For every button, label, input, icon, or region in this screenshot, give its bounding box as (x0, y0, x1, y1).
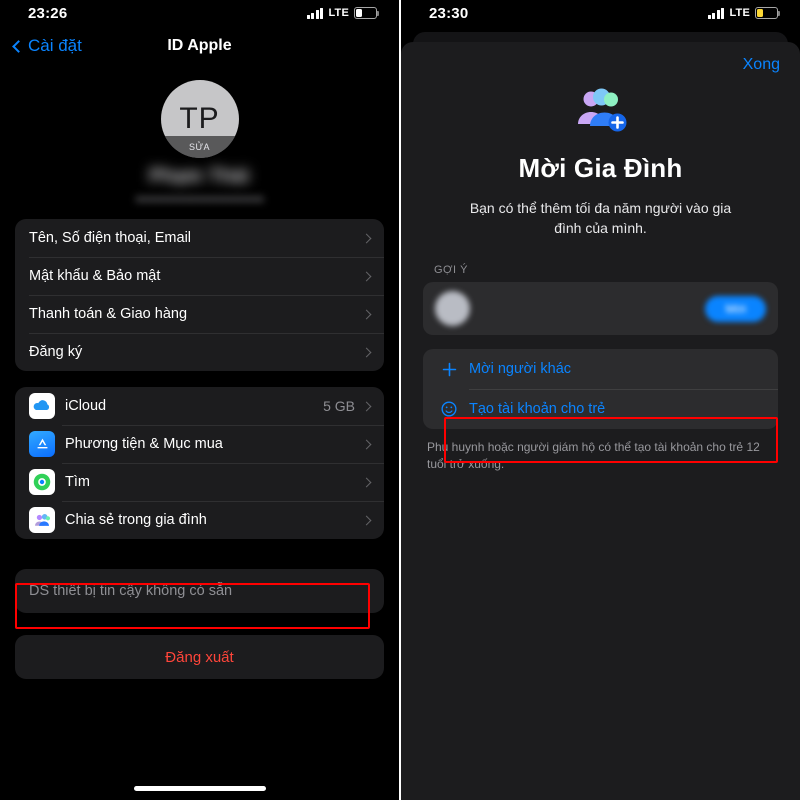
dual-phone-screenshot: 23:26 LTE Cài đặt ID Apple TP SỬA Phạm T… (0, 0, 800, 800)
icloud-icon (29, 393, 55, 419)
sheet-description: Bạn có thể thêm tối đa năm người vào gia… (469, 200, 732, 236)
row-payment-shipping[interactable]: Thanh toán & Giao hàng (15, 295, 384, 333)
chevron-right-icon (361, 233, 372, 243)
row-label: Tên, Số điện thoại, Email (29, 230, 192, 246)
family-add-icon (572, 86, 630, 139)
avatar-initials: TP (179, 102, 220, 135)
done-button[interactable]: Xong (743, 56, 780, 74)
invite-family-sheet: Xong Mời Gia Đình Bạn có thể thêm tối đa… (401, 42, 800, 800)
chevron-right-icon (361, 271, 372, 281)
account-settings-card: Tên, Số điện thoại, Email Mật khẩu & Bảo… (15, 219, 384, 371)
status-indicators: LTE (306, 7, 380, 19)
section-header-suggestions: GỢI Ý (434, 264, 468, 276)
action-label: Tạo tài khoản cho trẻ (469, 401, 606, 417)
profile-header: TP SỬA Phạm Thái aaaaaaaaaaaaaaaaaaaaa (0, 66, 399, 205)
sign-out-label: Đăng xuất (165, 648, 234, 666)
navigation-bar: Cài đặt ID Apple (0, 26, 399, 66)
invite-suggestion-button[interactable]: Mời (705, 295, 766, 322)
chevron-right-icon (361, 347, 372, 357)
account-email: aaaaaaaaaaaaaaaaaaaaa (135, 193, 264, 205)
row-media-purchases[interactable]: Phương tiện & Mục mua (15, 425, 384, 463)
right-phone-screen: 23:30 LTE Xong Mời Gia Đình Bạn có thể t… (401, 0, 800, 800)
row-label: Thanh toán & Giao hàng (29, 306, 188, 322)
page-title: ID Apple (167, 37, 232, 54)
back-button[interactable]: Cài đặt (12, 36, 82, 56)
chevron-right-icon (361, 439, 372, 449)
sheet-title: Mời Gia Đình (518, 153, 683, 183)
sheet-toolbar: Xong (401, 42, 800, 74)
avatar-edit-label[interactable]: SỬA (160, 136, 239, 158)
row-label: Đăng ký (29, 344, 83, 360)
avatar (435, 291, 470, 326)
battery-low-icon (755, 7, 781, 19)
row-label: Phương tiện & Mục mua (65, 436, 223, 452)
row-family-sharing[interactable]: Chia sẻ trong gia đình (15, 501, 384, 539)
invite-other-people-button[interactable]: Mời người khác (423, 349, 778, 389)
home-indicator (133, 786, 266, 791)
findmy-icon (29, 469, 55, 495)
row-label: Tìm (65, 474, 90, 490)
cellular-bars-icon (707, 7, 725, 19)
sign-out-button[interactable]: Đăng xuất (15, 635, 384, 679)
chevron-right-icon (361, 515, 372, 525)
status-time: 23:26 (28, 4, 68, 22)
suggestion-row[interactable]: Mời (423, 282, 778, 335)
family-sharing-icon (29, 507, 55, 533)
row-name-phone-email[interactable]: Tên, Số điện thoại, Email (15, 219, 384, 257)
chevron-left-icon (12, 39, 25, 53)
avatar[interactable]: TP SỬA (160, 80, 239, 158)
row-password-security[interactable]: Mật khẩu & Bảo mật (15, 257, 384, 295)
plus-icon (439, 361, 459, 378)
network-label: LTE (729, 7, 750, 19)
status-time: 23:30 (429, 4, 469, 22)
trusted-devices-note: DS thiết bị tin cậy không có sẵn (15, 569, 384, 613)
appstore-icon (29, 431, 55, 457)
status-bar: 23:30 LTE (401, 0, 800, 26)
row-find-my[interactable]: Tìm (15, 463, 384, 501)
chevron-right-icon (361, 477, 372, 487)
cellular-bars-icon (306, 7, 324, 19)
status-indicators: LTE (707, 7, 781, 19)
row-label: Chia sẻ trong gia đình (65, 512, 207, 528)
actions-card: Mời người khác Tạo tài khoản cho trẻ (423, 349, 778, 429)
row-value: 5 GB (323, 398, 355, 414)
sheet-hero: Mời Gia Đình Bạn có thể thêm tối đa năm … (401, 74, 800, 238)
network-label: LTE (328, 7, 349, 19)
account-name: Phạm Thái (149, 166, 250, 187)
trusted-devices-text: DS thiết bị tin cậy không có sẵn (29, 583, 233, 599)
row-label: Mật khẩu & Bảo mật (29, 268, 161, 284)
create-child-account-button[interactable]: Tạo tài khoản cho trẻ (423, 389, 778, 429)
footnote: Phụ huynh hoặc người giám hộ có thể tạo … (427, 440, 760, 471)
battery-icon (354, 7, 380, 19)
action-label: Mời người khác (469, 361, 572, 377)
row-icloud[interactable]: iCloud 5 GB (15, 387, 384, 425)
back-button-label: Cài đặt (28, 36, 82, 55)
chevron-right-icon (361, 309, 372, 319)
smiley-face-icon (439, 400, 459, 418)
chevron-right-icon (361, 401, 372, 411)
row-label: iCloud (65, 398, 107, 414)
row-subscriptions[interactable]: Đăng ký (15, 333, 384, 371)
left-phone-screen: 23:26 LTE Cài đặt ID Apple TP SỬA Phạm T… (0, 0, 399, 800)
services-card: iCloud 5 GB Phương tiện & Mục mua Tìm Ch… (15, 387, 384, 539)
status-bar: 23:26 LTE (0, 0, 399, 26)
